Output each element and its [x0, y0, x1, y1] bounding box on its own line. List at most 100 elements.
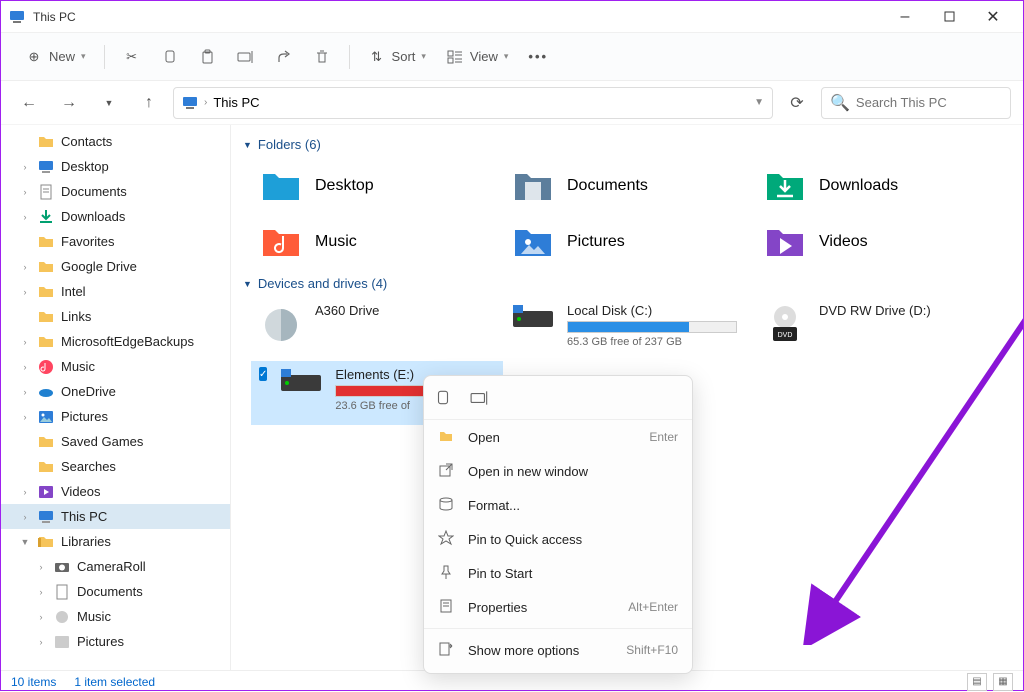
new-button[interactable]: ⊕ New ▾ — [17, 44, 94, 70]
details-view-button[interactable]: ▤ — [967, 673, 987, 691]
context-item-label: Open — [468, 430, 500, 445]
checkbox-icon[interactable]: ✓ — [259, 367, 267, 381]
sidebar-item-documents[interactable]: ›Documents — [1, 179, 230, 204]
refresh-button[interactable]: ⟳ — [781, 87, 813, 119]
share-button[interactable] — [267, 44, 301, 70]
back-button[interactable]: ← — [13, 87, 45, 119]
pc-icon — [37, 508, 55, 526]
status-count: 10 items — [11, 675, 56, 689]
maximize-button[interactable] — [927, 2, 971, 32]
context-show-more-options[interactable]: Show more optionsShift+F10 — [424, 633, 692, 667]
recent-button[interactable]: ▼ — [93, 87, 125, 119]
sidebar-item-links[interactable]: Links — [1, 304, 230, 329]
drive-usage-bar — [567, 321, 737, 333]
drive-icon: DVD — [763, 303, 807, 347]
forward-button[interactable]: → — [53, 87, 85, 119]
divider — [349, 45, 350, 69]
folder-documents[interactable]: Documents — [503, 158, 755, 214]
expand-icon: › — [19, 287, 31, 297]
folder-music[interactable]: Music — [251, 214, 503, 270]
chevron-down-icon: ▾ — [504, 51, 509, 62]
trash-icon — [313, 48, 331, 66]
view-button[interactable]: View ▾ — [438, 44, 516, 70]
chevron-down-icon: ▼ — [243, 279, 252, 289]
copy-icon[interactable] — [434, 389, 452, 412]
drive-label: DVD RW Drive (D:) — [819, 303, 999, 318]
sidebar-item-onedrive[interactable]: ›OneDrive — [1, 379, 230, 404]
chevron-down-icon: ▾ — [81, 51, 86, 62]
expand-icon: › — [35, 637, 47, 647]
context-item-label: Format... — [468, 498, 520, 513]
sidebar-item-microsoftedgebackups[interactable]: ›MicrosoftEdgeBackups — [1, 329, 230, 354]
folder-videos[interactable]: Videos — [755, 214, 1007, 270]
context-open-in-new-window[interactable]: Open in new window — [424, 454, 692, 488]
folder-desktop[interactable]: Desktop — [251, 158, 503, 214]
folder-icon — [763, 164, 807, 208]
app-icon — [9, 9, 25, 25]
sidebar-item-label: MicrosoftEdgeBackups — [61, 334, 194, 349]
copy-button[interactable] — [153, 44, 187, 70]
drive-dvd-rw-drive-d-[interactable]: DVD DVD RW Drive (D:) — [755, 297, 1007, 361]
context-pin-to-quick-access[interactable]: Pin to Quick access — [424, 522, 692, 556]
expand-icon: ▼ — [19, 537, 31, 547]
search-field[interactable]: 🔍 — [821, 87, 1011, 119]
folder-icon — [37, 133, 55, 151]
sidebar-item-documents[interactable]: ›Documents — [1, 579, 230, 604]
sidebar-item-label: Favorites — [61, 234, 114, 249]
sidebar-item-pictures[interactable]: ›Pictures — [1, 404, 230, 429]
context-format-[interactable]: Format... — [424, 488, 692, 522]
ellipsis-icon: ••• — [528, 49, 548, 64]
drive-local-disk-c-[interactable]: Local Disk (C:)65.3 GB free of 237 GB — [503, 297, 755, 361]
sidebar-item-libraries[interactable]: ▼Libraries — [1, 529, 230, 554]
chevron-down-icon[interactable]: ▼ — [754, 97, 764, 108]
tiles-view-button[interactable]: ▦ — [993, 673, 1013, 691]
sidebar-item-searches[interactable]: Searches — [1, 454, 230, 479]
drive-a360-drive[interactable]: A360 Drive — [251, 297, 503, 361]
rename-button[interactable] — [229, 44, 263, 70]
sidebar-item-label: Music — [61, 359, 95, 374]
minimize-button[interactable]: – — [883, 2, 927, 32]
search-input[interactable] — [856, 95, 1002, 110]
paste-button[interactable] — [191, 44, 225, 70]
delete-button[interactable] — [305, 44, 339, 70]
context-open[interactable]: OpenEnter — [424, 420, 692, 454]
context-pin-to-start[interactable]: Pin to Start — [424, 556, 692, 590]
sidebar-item-videos[interactable]: ›Videos — [1, 479, 230, 504]
drive-label: A360 Drive — [315, 303, 495, 318]
sidebar-item-intel[interactable]: ›Intel — [1, 279, 230, 304]
sidebar-item-desktop[interactable]: ›Desktop — [1, 154, 230, 179]
rename-icon[interactable] — [470, 389, 490, 412]
properties-icon — [438, 598, 454, 617]
sidebar-item-music[interactable]: ›Music — [1, 354, 230, 379]
group-drives-head[interactable]: ▼ Devices and drives (4) — [231, 270, 1023, 297]
cut-button[interactable]: ✂ — [115, 44, 149, 70]
sidebar[interactable]: Contacts›Desktop›Documents›DownloadsFavo… — [1, 125, 231, 670]
sidebar-item-favorites[interactable]: Favorites — [1, 229, 230, 254]
folder-label: Desktop — [315, 177, 374, 195]
context-item-label: Properties — [468, 600, 527, 615]
sidebar-item-cameraroll[interactable]: ›CameraRoll — [1, 554, 230, 579]
folder-icon — [259, 220, 303, 264]
folder-pictures[interactable]: Pictures — [503, 214, 755, 270]
lib-icon — [37, 533, 55, 551]
desktop-icon — [37, 158, 55, 176]
sidebar-item-downloads[interactable]: ›Downloads — [1, 204, 230, 229]
up-button[interactable]: ↑ — [133, 87, 165, 119]
sidebar-item-google-drive[interactable]: ›Google Drive — [1, 254, 230, 279]
context-properties[interactable]: PropertiesAlt+Enter — [424, 590, 692, 624]
address-field[interactable]: › This PC ▼ — [173, 87, 773, 119]
folder-label: Pictures — [567, 233, 625, 251]
sidebar-item-saved-games[interactable]: Saved Games — [1, 429, 230, 454]
sidebar-item-this-pc[interactable]: ›This PC — [1, 504, 230, 529]
pc-icon — [182, 95, 198, 111]
folder-downloads[interactable]: Downloads — [755, 158, 1007, 214]
sidebar-item-label: Pictures — [61, 409, 108, 424]
sort-button[interactable]: ⇅ Sort ▾ — [360, 44, 434, 70]
star-icon — [438, 530, 454, 549]
group-folders-head[interactable]: ▼ Folders (6) — [231, 131, 1023, 158]
sidebar-item-music[interactable]: ›Music — [1, 604, 230, 629]
sidebar-item-contacts[interactable]: Contacts — [1, 129, 230, 154]
close-button[interactable]: ✕ — [971, 2, 1015, 32]
sidebar-item-pictures[interactable]: ›Pictures — [1, 629, 230, 654]
more-button[interactable]: ••• — [520, 45, 556, 68]
